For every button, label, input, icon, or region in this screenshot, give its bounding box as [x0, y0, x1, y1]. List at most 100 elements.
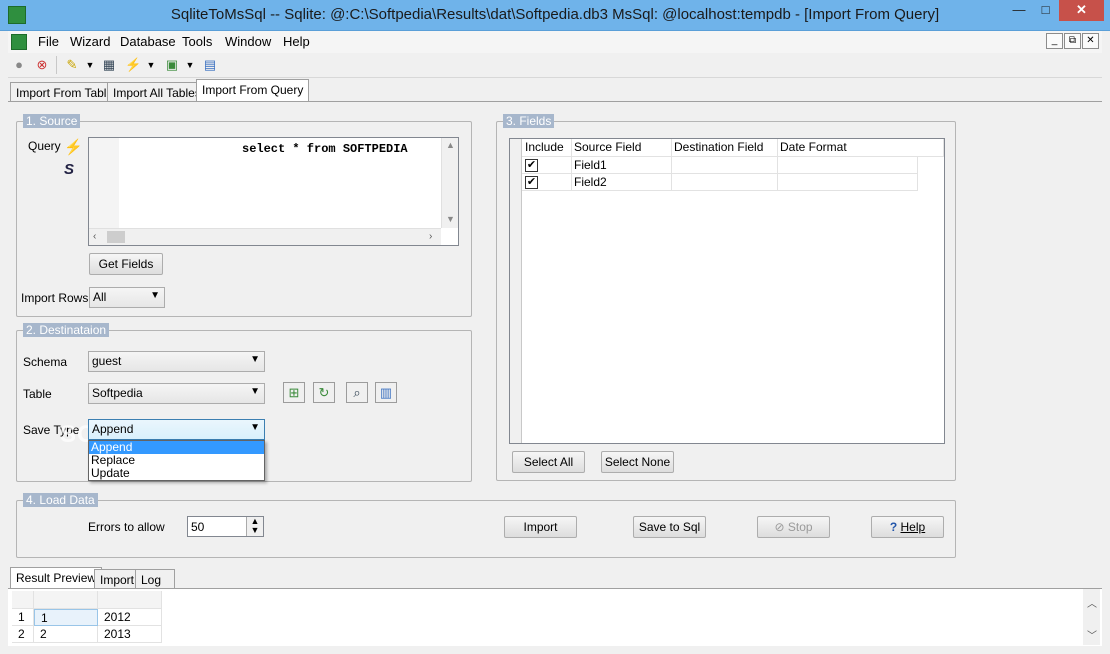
scroll-up-icon[interactable]: ︿: [1087, 595, 1097, 610]
result-preview-grid: 1 1 2012 2 2 2013 ︿ ﹀: [8, 588, 1102, 646]
schema-select[interactable]: guest ▼: [88, 351, 265, 372]
select-none-button[interactable]: Select None: [601, 451, 674, 473]
maximize-button[interactable]: □: [1033, 0, 1058, 21]
scroll-thumb[interactable]: [107, 231, 125, 243]
query-editor[interactable]: select * from SOFTPEDIA ▲ ▼ ‹ ›: [88, 137, 459, 246]
errors-to-allow-input[interactable]: 50 ▲ ▼: [187, 516, 264, 537]
grid-icon[interactable]: ▤: [202, 57, 218, 73]
sql-format-icon[interactable]: S: [64, 161, 74, 178]
menu-wizard[interactable]: Wizard: [70, 34, 110, 49]
menu-tools[interactable]: Tools: [182, 34, 212, 49]
help-label: Help: [900, 520, 926, 534]
toolbar: ● ⊗ ✎ ▼ ▦ ⚡ ▼ ▣ ▼ ▤: [8, 53, 1102, 78]
menu-file[interactable]: File: [38, 34, 59, 49]
tab-result-preview[interactable]: Result Preview: [10, 567, 103, 589]
scroll-right-icon[interactable]: ›: [429, 231, 432, 242]
dropdown-arrow-icon[interactable]: ▼: [82, 57, 98, 73]
scroll-down-icon[interactable]: ﹀: [1087, 627, 1097, 642]
help-button[interactable]: ? Help: [871, 516, 944, 538]
close-button[interactable]: ✕: [1059, 0, 1104, 21]
menu-window[interactable]: Window: [225, 34, 271, 49]
dropdown-arrow-icon[interactable]: ▼: [143, 57, 159, 73]
tab-log[interactable]: Log: [135, 569, 175, 589]
window-icon[interactable]: ▣: [164, 57, 180, 73]
dropdown-arrow-icon[interactable]: ▼: [182, 57, 198, 73]
spinner-buttons[interactable]: ▲ ▼: [246, 517, 263, 536]
include-cell: ✔: [522, 157, 572, 174]
table-select[interactable]: Softpedia ▼: [88, 383, 265, 404]
date-format-cell[interactable]: [778, 157, 918, 174]
destination-field-cell[interactable]: [672, 174, 778, 191]
stop-button[interactable]: ⊘ Stop: [757, 516, 830, 538]
save-type-value: Append: [92, 422, 134, 436]
menu-bar: File Wizard Database Tools Window Help _…: [8, 31, 1102, 53]
scroll-up-icon[interactable]: ▲: [446, 140, 455, 150]
query-hscrollbar[interactable]: ‹ ›: [89, 228, 441, 245]
view-table-button[interactable]: ⌕: [346, 382, 368, 403]
fields-legend: 3. Fields: [503, 114, 555, 128]
execute-query-icon[interactable]: ⚡: [64, 138, 83, 156]
result-cell[interactable]: 2012: [98, 609, 162, 626]
query-vscrollbar[interactable]: ▲ ▼: [441, 138, 458, 228]
row-header: [12, 591, 34, 609]
query-icon[interactable]: ▦: [101, 57, 117, 73]
select-all-button[interactable]: Select All: [512, 451, 585, 473]
connect-icon[interactable]: ●: [11, 57, 27, 73]
new-table-button[interactable]: ⊞: [283, 382, 305, 403]
import-rows-select[interactable]: All ▼: [89, 287, 165, 308]
scroll-left-icon[interactable]: ‹: [93, 231, 96, 242]
disconnect-icon[interactable]: ⊗: [34, 57, 50, 73]
date-format-cell[interactable]: [778, 174, 918, 191]
schema-value: guest: [92, 354, 122, 368]
import-rows-value: All: [93, 290, 107, 304]
help-icon: ?: [889, 520, 898, 534]
column-header: [98, 591, 162, 609]
row-number: 1: [12, 609, 34, 626]
chevron-down-icon: ▼: [250, 386, 260, 397]
stop-icon: ⊘: [774, 520, 785, 534]
chevron-down-icon: ▼: [250, 354, 260, 365]
preview-vscrollbar[interactable]: ︿ ﹀: [1083, 589, 1100, 645]
column-header[interactable]: Include: [522, 139, 572, 157]
tab-import-from-query[interactable]: Import From Query: [196, 79, 310, 102]
import-rows-label: Import Rows: [21, 291, 89, 305]
stop-label: Stop: [787, 520, 813, 534]
source-legend: 1. Source: [23, 114, 81, 128]
menu-database[interactable]: Database: [120, 34, 176, 49]
save-to-sql-button[interactable]: Save to Sql: [633, 516, 706, 538]
source-field-cell[interactable]: Field1: [572, 157, 672, 174]
save-type-select[interactable]: Append ▼: [88, 419, 265, 440]
result-cell[interactable]: 2013: [98, 626, 162, 643]
result-cell[interactable]: 2: [34, 626, 98, 643]
save-type-dropdown: Append Replace Update: [88, 440, 265, 481]
tab-import[interactable]: Import: [94, 569, 141, 589]
tab-import-all-tables[interactable]: Import All Tables: [107, 82, 207, 102]
source-field-cell[interactable]: Field2: [572, 174, 672, 191]
mdi-minimize-button[interactable]: _: [1046, 33, 1063, 49]
wizard-icon[interactable]: ✎: [64, 57, 80, 73]
query-gutter: [89, 138, 119, 228]
refresh-table-button[interactable]: ↻: [313, 382, 335, 403]
minimize-button[interactable]: —: [1006, 0, 1032, 21]
save-type-option[interactable]: Update: [89, 467, 264, 480]
table-value: Softpedia: [92, 386, 143, 400]
column-header[interactable]: Destination Field: [672, 139, 778, 157]
tab-import-from-table[interactable]: Import From Table: [10, 82, 120, 102]
column-header[interactable]: Date Format: [778, 139, 944, 157]
include-checkbox[interactable]: ✔: [525, 176, 538, 189]
columns-button[interactable]: ▥: [375, 382, 397, 403]
destination-field-cell[interactable]: [672, 157, 778, 174]
row-indicator-column: [510, 139, 522, 443]
result-cell[interactable]: 1: [34, 609, 98, 626]
mdi-close-button[interactable]: ✕: [1082, 33, 1099, 49]
fields-grid: Include Source Field Destination Field D…: [509, 138, 945, 444]
column-header[interactable]: Source Field: [572, 139, 672, 157]
mdi-restore-button[interactable]: ⧉: [1064, 33, 1081, 49]
menu-help[interactable]: Help: [283, 34, 310, 49]
get-fields-button[interactable]: Get Fields: [89, 253, 163, 275]
magic-wand-icon[interactable]: ⚡: [125, 57, 141, 73]
query-text[interactable]: select * from SOFTPEDIA: [242, 142, 408, 156]
scroll-down-icon[interactable]: ▼: [446, 214, 455, 224]
include-checkbox[interactable]: ✔: [525, 159, 538, 172]
import-button[interactable]: Import: [504, 516, 577, 538]
